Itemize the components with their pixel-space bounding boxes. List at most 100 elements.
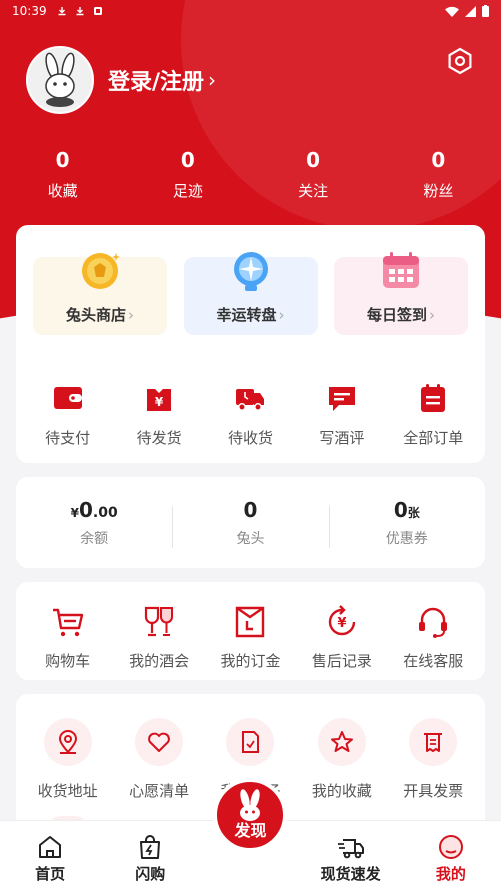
signal-icon [465,5,476,17]
stat-label: 粉丝 [423,182,454,200]
service-icon-bg [43,718,92,766]
wifi-icon [445,6,459,17]
tab-label: 现货速发 [320,865,381,883]
wallet-card: ¥0.00 余额 0 兔头 0张 优惠券 [16,477,485,568]
chevron-right-icon: › [278,306,285,324]
stat-label: 关注 [298,182,329,200]
tool-customer-service[interactable]: 在线客服 [389,604,477,671]
promo-daily-checkin[interactable]: 每日签到 › [334,252,468,335]
fast-truck-icon [337,839,364,859]
location-icon [58,730,77,754]
order-list-icon [421,384,446,412]
tab-home[interactable]: 首页 [5,833,95,884]
tool-cart[interactable]: 购物车 [24,604,112,671]
order-pending-payment[interactable]: 待支付 [24,381,112,448]
service-icon-bg [135,718,184,766]
tool-label: 售后记录 [311,652,372,670]
tutou-label: 兔头 [236,530,265,547]
notification-icons [57,6,103,16]
wallet-row: ¥0.00 余额 0 兔头 0张 优惠券 [16,477,485,568]
stats-bar: 0 收藏 0 足迹 0 关注 0 粉丝 [0,148,501,201]
tool-label: 我的酒会 [129,652,190,670]
tools-row: 购物车 我的酒会 我的订金 ¥ 售后记录 在线客服 [16,582,485,671]
service-icon-bg [317,718,366,766]
download-icon [76,7,84,16]
order-pending-receipt[interactable]: 待收货 [206,381,294,448]
orders-card: 兔头商店 › 幸运转盘 › 每日签到 › 待支付 ¥ 待发货 待收货 写酒评 全… [16,225,485,463]
promo-lucky-wheel[interactable]: 幸运转盘 › [183,252,318,335]
tool-wine-party[interactable]: 我的酒会 [115,604,203,671]
post-icon [242,731,260,753]
svg-text:¥: ¥ [155,395,164,409]
avatar[interactable] [26,46,94,114]
app-notification-icon [93,7,102,15]
promo-label: 幸运转盘 › [216,304,284,325]
promo-label-text: 每日签到 [366,306,427,324]
order-all[interactable]: 全部订单 [389,381,477,448]
stat-following[interactable]: 0 关注 [251,148,376,201]
headset-icon [419,607,448,638]
login-entry[interactable]: 登录/注册 › [26,46,216,114]
promo-label-text: 兔头商店 [65,306,126,324]
star-icon [330,731,353,752]
balance-value: ¥0.00 [16,498,172,522]
service-label: 收货地址 [37,782,98,800]
stat-value: 0 [306,148,321,172]
status-time: 10:39 [12,4,47,18]
svg-text:¥: ¥ [337,616,346,631]
order-write-review[interactable]: 写酒评 [298,381,386,448]
system-icons [445,5,489,17]
coupon-count: 0 [393,497,408,522]
tool-label: 在线客服 [403,652,464,670]
promo-label-text: 幸运转盘 [216,306,277,324]
service-address[interactable]: 收货地址 [24,718,112,801]
currency-symbol: ¥ [70,505,79,520]
balance-label: 余额 [80,530,109,547]
chevron-right-icon: › [128,306,134,324]
wallet-tutou[interactable]: 0 兔头 [172,498,328,548]
tab-fast-delivery[interactable]: 现货速发 [306,833,396,884]
tab-flash-sale[interactable]: 闪购 [105,833,195,884]
stat-fans[interactable]: 0 粉丝 [376,148,501,201]
service-favorites[interactable]: 我的收藏 [298,718,386,801]
heart-icon [148,732,170,752]
tool-label: 购物车 [45,652,91,670]
calendar-icon [383,252,419,288]
tab-label: 发现 [234,821,267,840]
order-pending-shipment[interactable]: ¥ 待发货 [115,381,203,448]
truck-icon [236,389,265,411]
promo-label: 兔头商店 › [66,304,134,325]
home-icon [39,836,62,858]
discover-bubble: 发现 [213,778,288,852]
promo-label: 每日签到 › [367,304,435,325]
rabbit-avatar-icon [45,52,75,107]
coupon-unit: 张 [407,505,420,520]
bottom-tab-bar: 首页 闪购 发现 现货速发 我的 [0,778,501,892]
wine-glass-icon [144,606,174,637]
coupon-value: 0张 [329,498,485,522]
tool-deposit[interactable]: 我的订金 [206,604,294,671]
wallet-balance[interactable]: ¥0.00 余额 [16,498,172,548]
download-icon [58,7,66,16]
balance-integer: 0 [78,497,93,522]
tab-discover[interactable]: 发现 [205,778,295,884]
wallet-coupons[interactable]: 0张 优惠券 [328,498,485,548]
settings-button[interactable] [445,46,475,76]
service-wishlist[interactable]: 心愿清单 [115,718,203,801]
status-bar: 10:39 [0,0,501,22]
chevron-right-icon: › [429,306,435,324]
tools-card: 购物车 我的酒会 我的订金 ¥ 售后记录 在线客服 [16,582,485,680]
comment-icon [328,387,355,411]
tab-mine[interactable]: 我的 [406,833,496,884]
stat-label: 收藏 [47,182,78,200]
stat-footprints[interactable]: 0 足迹 [125,148,250,201]
promo-rabbit-shop[interactable]: 兔头商店 › [33,253,167,335]
login-register-link[interactable]: 登录/注册 [108,64,204,96]
tab-label: 首页 [35,865,66,883]
balance-decimal: .00 [92,504,118,521]
tool-after-sales[interactable]: ¥ 售后记录 [298,604,386,671]
service-invoice[interactable]: 开具发票 [389,718,477,801]
service-label: 心愿清单 [129,782,190,800]
battery-icon [482,5,489,17]
stat-favorites[interactable]: 0 收藏 [0,148,125,201]
